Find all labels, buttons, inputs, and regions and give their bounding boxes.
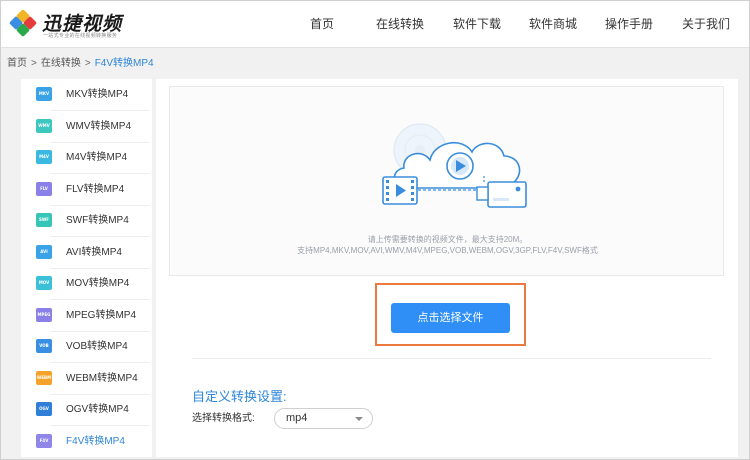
upload-hint-formats: 支持MP4,MKV,MOV,AVI,WMV,M4V,MPEG,VOB,WEBM,…: [297, 246, 598, 255]
upload-dropzone[interactable]: 请上传需要转换的视频文件，最大支持20M。 支持MP4,MKV,MOV,AVI,…: [169, 86, 724, 276]
format-select[interactable]: mp4: [274, 408, 373, 429]
sidebar-item-mkv[interactable]: MKV MKV转换MP4: [21, 79, 152, 110]
breadcrumb-online-convert[interactable]: 在线转换: [41, 58, 81, 69]
m4v-file-icon: M4V: [36, 150, 52, 164]
site-logo[interactable]: 迅捷视频 一站式专业的在线视频转换服务: [9, 8, 139, 40]
wmv-file-icon: WMV: [36, 118, 52, 133]
divider: [192, 358, 711, 359]
sidebar-item-label: MOV转换MP4: [66, 278, 130, 289]
mkv-file-icon: MKV: [36, 87, 52, 101]
sidebar-item-m4v[interactable]: M4V M4V转换MP4: [21, 142, 152, 173]
mov-file-icon: MOV: [36, 276, 52, 290]
webm-file-icon: WEBM: [36, 370, 52, 385]
sidebar-item-label: WEBM转换MP4: [66, 372, 138, 384]
sidebar-item-label: WMV转换MP4: [66, 120, 131, 132]
upload-hint-size: 请上传需要转换的视频文件，最大支持20M。: [367, 235, 528, 244]
nav-software-download[interactable]: 软件下载: [453, 1, 501, 48]
sidebar-item-swf[interactable]: SWF SWF转换MP4: [21, 205, 152, 236]
flv-file-icon: FLV: [36, 181, 52, 196]
sidebar-item-mpeg[interactable]: MPEG MPEG转换MP4: [21, 300, 152, 331]
vob-file-icon: VOB: [36, 339, 52, 353]
sidebar-item-vob[interactable]: VOB VOB转换MP4: [21, 331, 152, 362]
format-select-value: mp4: [286, 412, 308, 424]
nav-about-us[interactable]: 关于我们: [682, 1, 730, 48]
main-panel: 请上传需要转换的视频文件，最大支持20M。 支持MP4,MKV,MOV,AVI,…: [156, 79, 738, 457]
sidebar-item-label: VOB转换MP4: [66, 341, 128, 352]
sidebar-item-label: AVI转换MP4: [66, 246, 122, 258]
sidebar: MKV MKV转换MP4 WMV WMV转换MP4 M4V M4V转换MP4 F…: [21, 79, 152, 457]
settings-title: 自定义转换设置:: [192, 389, 287, 404]
chevron-down-icon: [355, 417, 363, 421]
sidebar-item-flv[interactable]: FLV FLV转换MP4: [21, 174, 152, 205]
sidebar-item-label: OGV转换MP4: [66, 404, 129, 415]
sidebar-item-label: MKV转换MP4: [66, 89, 129, 100]
sidebar-item-avi[interactable]: AVI AVI转换MP4: [21, 237, 152, 268]
sidebar-item-wmv[interactable]: WMV WMV转换MP4: [21, 111, 152, 142]
breadcrumb-current: F4V转换MP4: [94, 58, 154, 69]
cloud-video-upload-icon: [382, 123, 527, 208]
breadcrumb-separator: >: [31, 58, 37, 69]
sidebar-item-mov[interactable]: MOV MOV转换MP4: [21, 268, 152, 299]
sidebar-item-ogv[interactable]: OGV OGV转换MP4: [21, 394, 152, 425]
mpeg-file-icon: MPEG: [36, 307, 52, 322]
breadcrumb-separator: >: [84, 58, 91, 69]
top-header: 迅捷视频 一站式专业的在线视频转换服务 首页 在线转换 软件下载 软件商城 操作…: [1, 1, 749, 48]
sidebar-item-label: FLV转换MP4: [66, 183, 125, 195]
breadcrumb: 首页 > 在线转换 > F4V转换MP4: [7, 57, 154, 71]
format-label: 选择转换格式:: [192, 413, 255, 424]
logo-slogan: 一站式专业的在线视频转换服务: [43, 33, 118, 39]
sidebar-item-label: SWF转换MP4: [66, 215, 129, 226]
nav-software-mall[interactable]: 软件商城: [529, 1, 577, 48]
sidebar-item-label: MPEG转换MP4: [66, 309, 137, 321]
nav-home[interactable]: 首页: [310, 1, 334, 48]
logo-icon: [9, 10, 37, 37]
nav-manual[interactable]: 操作手册: [605, 1, 653, 48]
ogv-file-icon: OGV: [36, 402, 52, 416]
select-file-button[interactable]: 点击选择文件: [391, 303, 510, 333]
swf-file-icon: SWF: [36, 213, 52, 227]
avi-file-icon: AVI: [36, 244, 52, 259]
nav-online-convert[interactable]: 在线转换: [376, 1, 424, 48]
sidebar-item-f4v[interactable]: F4V F4V转换MP4: [21, 426, 152, 457]
sidebar-item-label: M4V转换MP4: [66, 152, 128, 163]
breadcrumb-home[interactable]: 首页: [7, 58, 27, 69]
sidebar-item-webm[interactable]: WEBM WEBM转换MP4: [21, 363, 152, 394]
sidebar-item-label: F4V转换MP4: [66, 435, 125, 447]
f4v-file-icon: F4V: [36, 433, 52, 448]
